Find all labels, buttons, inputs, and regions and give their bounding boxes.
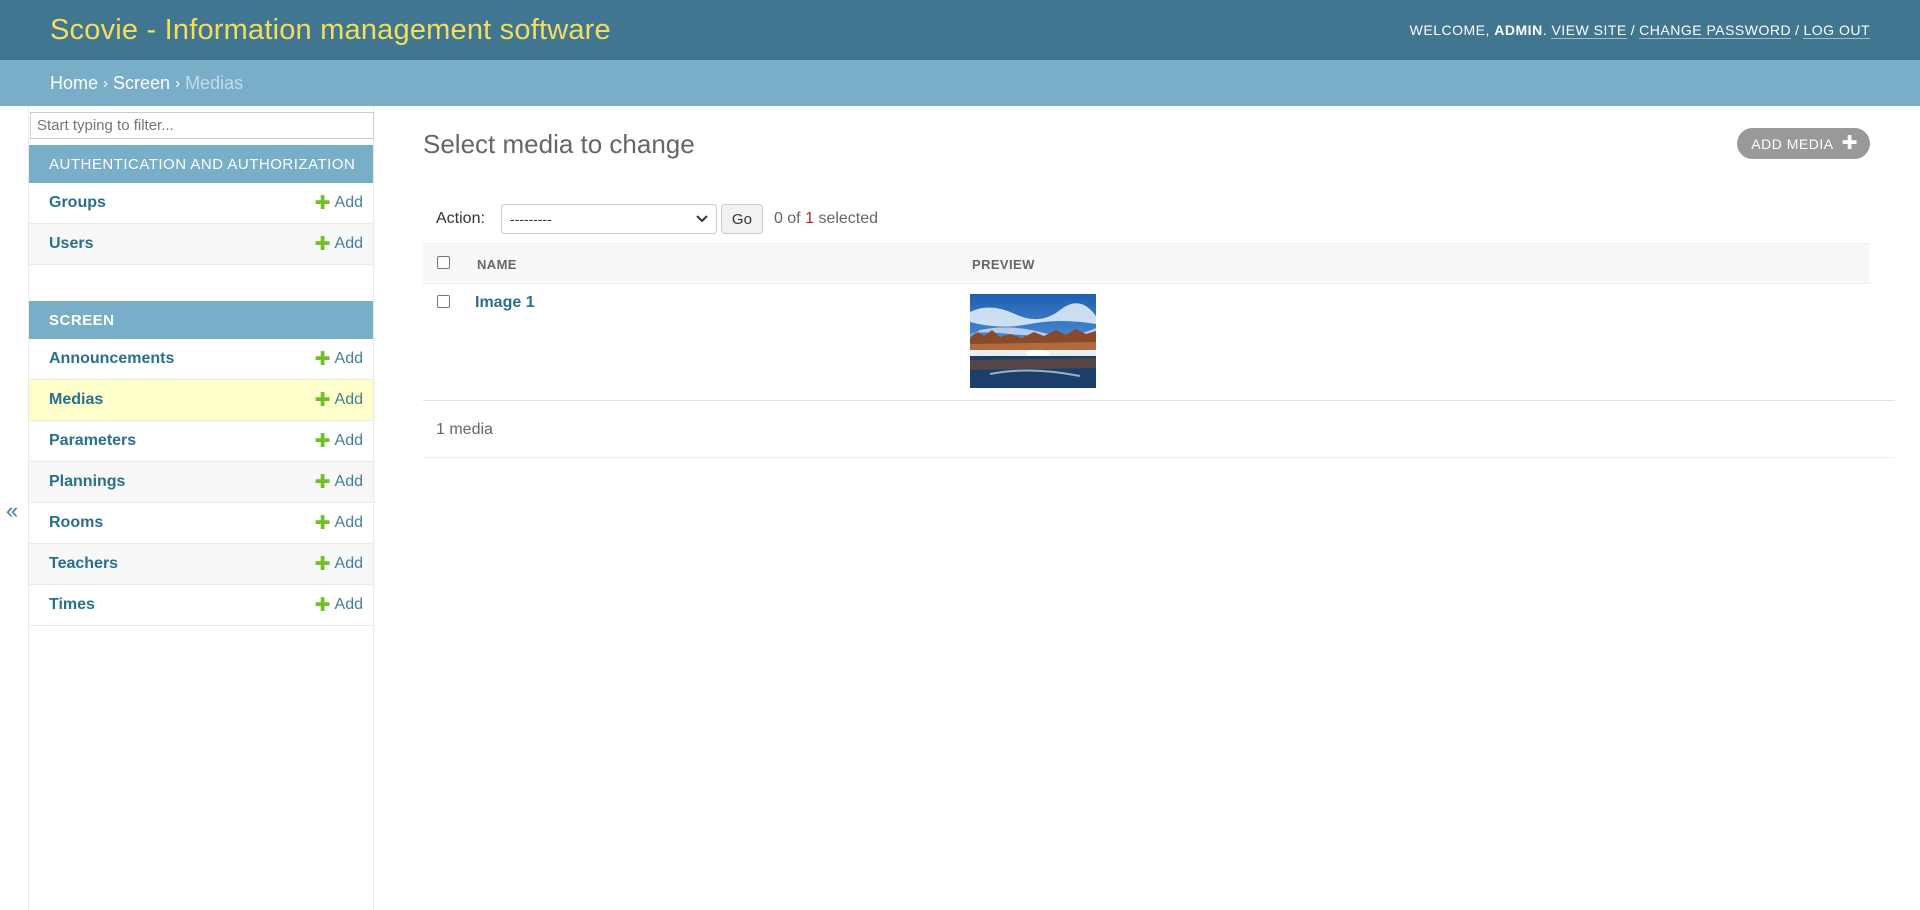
breadcrumb-separator: › — [103, 74, 109, 92]
module-caption-screen[interactable]: Screen — [29, 301, 373, 339]
sidebar-item-plannings: Plannings ✚ Add — [29, 462, 373, 503]
sidebar-item-teachers: Teachers ✚ Add — [29, 544, 373, 585]
module-caption-auth[interactable]: Authentication and Authorization — [29, 145, 373, 183]
sidebar-item-label[interactable]: Announcements — [49, 350, 174, 368]
add-media-label: Add media — [1751, 135, 1834, 152]
log-out-link[interactable]: Log out — [1803, 22, 1870, 39]
add-parameters-link[interactable]: ✚ Add — [315, 432, 363, 451]
page-title: Select media to change — [423, 129, 695, 159]
sidebar-item-announcements: Announcements ✚ Add — [29, 339, 373, 380]
plus-icon: ✚ — [314, 233, 331, 255]
selected-count: 0 of 1 selected — [774, 210, 878, 228]
user-tools: Welcome, admin. View site / Change passwor… — [1409, 22, 1870, 39]
nav-filter-input[interactable] — [30, 112, 374, 139]
toggle-sidebar-button[interactable]: « — [6, 498, 18, 524]
view-site-link[interactable]: View site — [1551, 22, 1627, 39]
media-name-link[interactable]: Image 1 — [475, 294, 535, 312]
nav-sidebar: Authentication and Authorization Groups … — [28, 106, 374, 910]
add-media-button[interactable]: Add media ✚ — [1737, 128, 1870, 159]
paginator: 1 media — [423, 403, 1895, 458]
add-label: Add — [334, 350, 363, 367]
plus-icon: ✚ — [314, 471, 331, 493]
select-all-checkbox[interactable] — [437, 256, 450, 269]
sidebar-item-label[interactable]: Teachers — [49, 555, 118, 573]
sidebar-item-label[interactable]: Plannings — [49, 473, 125, 491]
breadcrumb: Home › Screen › Medias — [0, 60, 1920, 106]
actions-bar: Action: --------- Go 0 of 1 selected — [423, 201, 878, 237]
go-button[interactable]: Go — [720, 204, 763, 234]
action-select[interactable]: --------- — [500, 204, 717, 234]
row-checkbox[interactable] — [437, 295, 450, 308]
plus-icon: ✚ — [314, 594, 331, 616]
breadcrumb-home[interactable]: Home — [50, 73, 98, 94]
plus-icon: ✚ — [314, 348, 331, 370]
plus-icon: ✚ — [314, 512, 331, 534]
add-users-link[interactable]: ✚ Add — [315, 235, 363, 254]
breadcrumb-current: Medias — [185, 72, 244, 93]
breadcrumb-separator: › — [175, 74, 181, 92]
result-table: Name Preview Image 1 — [423, 243, 1895, 401]
sidebar-item-label[interactable]: Users — [49, 235, 93, 253]
plus-icon: ✚ — [314, 389, 331, 411]
breadcrumb-app[interactable]: Screen — [113, 73, 170, 94]
chevron-down-icon — [696, 212, 708, 226]
sidebar-item-medias: Medias ✚ Add — [29, 380, 373, 421]
welcome-text: Welcome, — [1409, 22, 1490, 38]
add-label: Add — [334, 235, 363, 252]
action-select-value: --------- — [509, 211, 552, 227]
sidebar-item-rooms: Rooms ✚ Add — [29, 503, 373, 544]
preview-thumbnail — [970, 294, 1096, 388]
sidebar-item-users: Users ✚ Add — [29, 224, 373, 265]
sidebar-item-parameters: Parameters ✚ Add — [29, 421, 373, 462]
selected-count-prefix: 0 of — [773, 210, 801, 227]
column-header-name[interactable]: Name — [477, 257, 517, 272]
sidebar-item-times: Times ✚ Add — [29, 585, 373, 626]
add-label: Add — [334, 391, 363, 408]
header: Scovie - Information management software… — [0, 0, 1920, 60]
sidebar-item-label[interactable]: Parameters — [49, 432, 136, 450]
add-plannings-link[interactable]: ✚ Add — [315, 473, 363, 492]
table-row: Image 1 — [423, 284, 1895, 401]
add-teachers-link[interactable]: ✚ Add — [315, 555, 363, 574]
column-header-preview: Preview — [972, 257, 1035, 272]
sidebar-item-label[interactable]: Rooms — [49, 514, 103, 532]
plus-icon: ✚ — [314, 553, 331, 575]
sidebar-item-label[interactable]: Medias — [49, 391, 103, 409]
sidebar-item-label[interactable]: Groups — [49, 194, 106, 212]
add-medias-link[interactable]: ✚ Add — [315, 391, 363, 410]
add-label: Add — [334, 596, 363, 613]
plus-icon: ✚ — [314, 430, 331, 452]
main-container: « Authentication and Authorization Group… — [0, 106, 1920, 910]
add-times-link[interactable]: ✚ Add — [315, 596, 363, 615]
table-header: Name Preview — [423, 243, 1870, 284]
sidebar-item-label[interactable]: Times — [49, 596, 95, 614]
add-groups-link[interactable]: ✚ Add — [315, 194, 363, 213]
add-label: Add — [334, 473, 363, 490]
change-password-link[interactable]: Change password — [1639, 22, 1792, 39]
add-label: Add — [334, 555, 363, 572]
add-label: Add — [334, 194, 363, 211]
site-title[interactable]: Scovie - Information management software — [50, 14, 611, 47]
module-spacer — [29, 265, 373, 301]
add-rooms-link[interactable]: ✚ Add — [315, 514, 363, 533]
plus-icon: ✚ — [1841, 133, 1858, 154]
add-label: Add — [334, 514, 363, 531]
selected-count-suffix: selected — [818, 210, 879, 227]
username: admin — [1494, 22, 1543, 38]
plus-icon: ✚ — [314, 192, 331, 214]
sidebar-item-groups: Groups ✚ Add — [29, 183, 373, 224]
selected-count-total: 1 — [805, 210, 814, 227]
action-label: Action: — [436, 210, 485, 227]
add-announcements-link[interactable]: ✚ Add — [315, 350, 363, 369]
add-label: Add — [334, 432, 363, 449]
